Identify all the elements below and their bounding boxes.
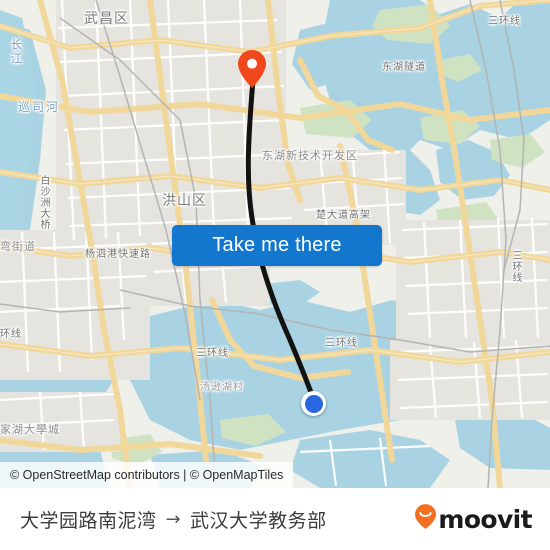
take-me-there-button[interactable]: Take me there [172,225,382,266]
map-attribution[interactable]: © OpenStreetMap contributors | © OpenMap… [0,462,294,488]
moovit-wordmark: moovit [438,504,532,534]
route-origin-label: 大学园路南泥湾 [20,509,157,532]
moovit-logo[interactable]: moovit [415,504,533,534]
map-canvas[interactable]: 武昌区 长江 巡司河 白沙洲大桥 洪山区 东湖隧道 三环线 东湖新技术开发区 楚大道高架 弯街道杨… [0,0,550,488]
map-share-card: 武昌区 长江 巡司河 白沙洲大桥 洪山区 东湖隧道 三环线 东湖新技术开发区 楚大道高架 弯街道杨… [0,0,550,550]
destination-pin-icon [238,50,266,88]
footer-bar: 大学园路南泥湾 → 武汉大学教务部 moovit [0,488,550,550]
moovit-pin-icon [415,504,437,534]
route-destination-label: 武汉大学教务部 [190,509,327,532]
route-title: 大学园路南泥湾 → 武汉大学教务部 [20,506,327,533]
origin-location-dot [301,391,326,416]
arrow-right-icon: → [165,508,182,530]
